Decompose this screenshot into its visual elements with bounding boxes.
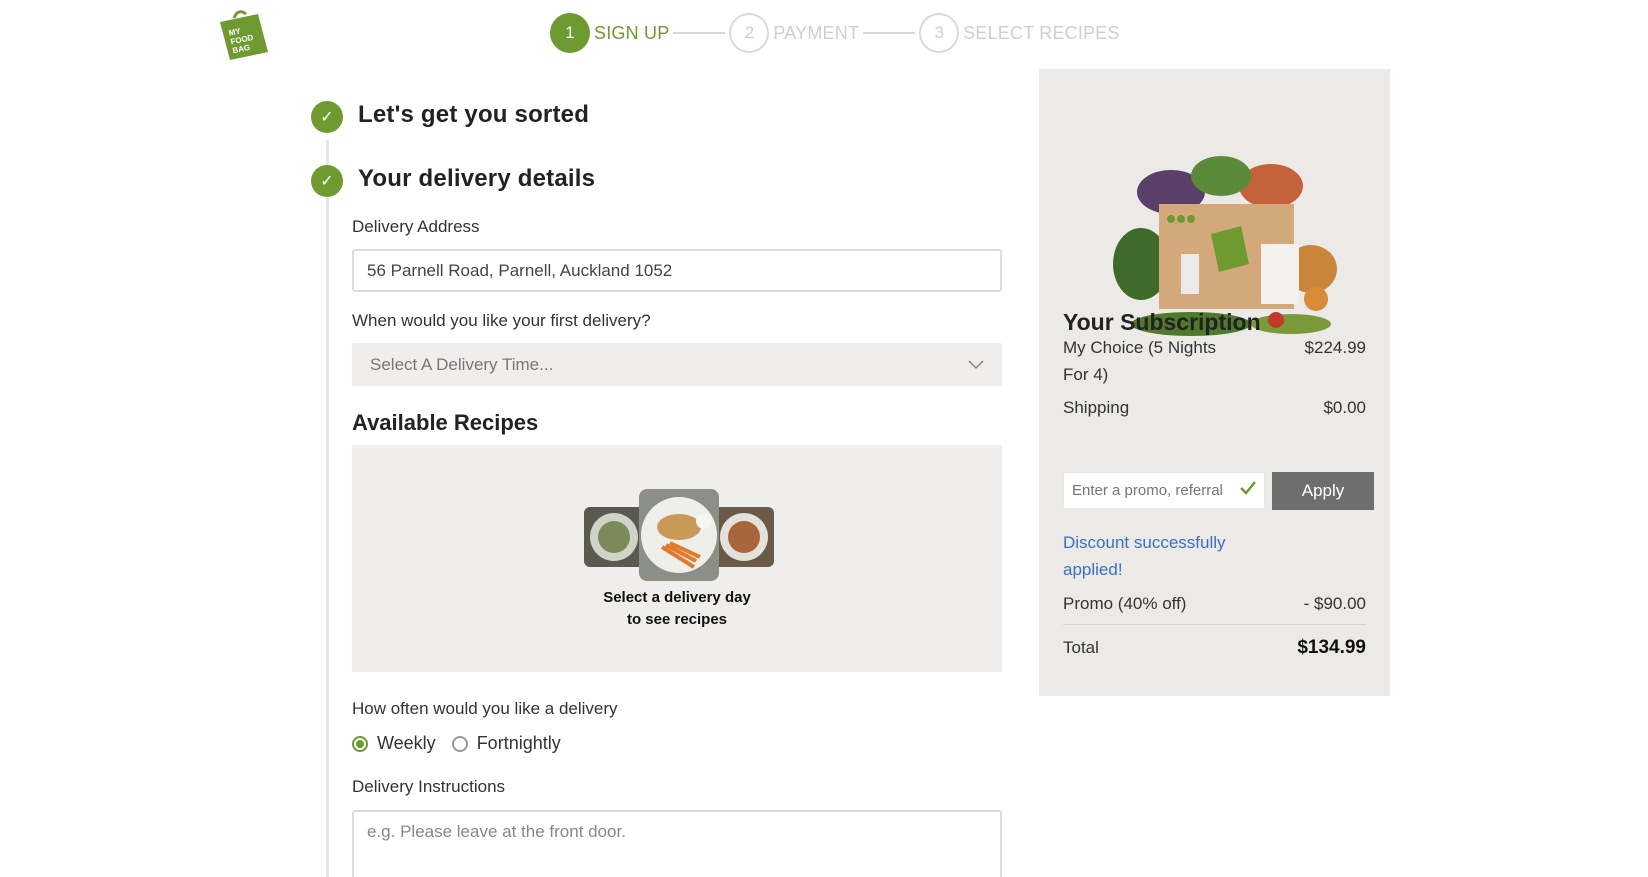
frequency-radio-group: Weekly Fortnightly	[352, 733, 577, 754]
my-food-bag-logo[interactable]: MY FOOD BAG	[218, 8, 270, 62]
discount-success-message: Discount successfully applied!	[1063, 533, 1226, 579]
shipping-label: Shipping	[1063, 398, 1130, 417]
check-icon: ✓	[311, 165, 343, 197]
step-sign-up: 1 SIGN UP	[550, 13, 669, 53]
total-row: Total $134.99	[1063, 634, 1366, 661]
section-title-sorted: Let's get you sorted	[358, 101, 590, 128]
step-label: SIGN UP	[594, 22, 670, 43]
recipes-message-line-1: Select a delivery day	[603, 589, 751, 606]
delivery-time-select[interactable]: Select A Delivery Time...	[352, 343, 1002, 386]
delivery-address-input[interactable]	[352, 249, 1002, 292]
plan-price: $224.99	[1304, 338, 1366, 357]
section-title-delivery: Your delivery details	[358, 165, 596, 192]
subscription-title: Your Subscription	[1063, 309, 1261, 335]
promo-code-input[interactable]	[1063, 472, 1265, 509]
step-label: SELECT RECIPES	[963, 22, 1120, 43]
recipes-panel: Select a delivery day to see recipes	[352, 445, 1002, 672]
delivery-time-placeholder: Select A Delivery Time...	[370, 354, 554, 374]
summary-divider	[1063, 624, 1366, 625]
radio-fortnightly-label[interactable]: Fortnightly	[477, 733, 561, 754]
recipes-message: Select a delivery day to see recipes	[352, 587, 1002, 631]
delivery-instructions-input[interactable]	[352, 810, 1002, 877]
promo-amount: - $90.00	[1303, 594, 1366, 613]
delivery-instructions-label: Delivery Instructions	[352, 777, 506, 796]
first-delivery-label: When would you like your first delivery?	[352, 311, 651, 330]
step-payment: 2 PAYMENT	[729, 13, 859, 53]
radio-fortnightly[interactable]	[451, 735, 468, 752]
total-label: Total	[1063, 638, 1099, 657]
shipping-row: Shipping $0.00	[1063, 394, 1366, 421]
frequency-label: How often would you like a delivery	[352, 699, 618, 718]
step-label: PAYMENT	[773, 22, 860, 43]
radio-weekly-label[interactable]: Weekly	[377, 733, 436, 754]
step-connector	[863, 32, 916, 34]
promo-row: Promo (40% off) - $90.00	[1063, 590, 1366, 617]
step-number: 1	[550, 13, 590, 53]
step-number: 3	[919, 13, 960, 53]
plan-name: My Choice (5 Nights For 4)	[1063, 338, 1217, 384]
recipe-dishes-image	[584, 489, 774, 581]
promo-label: Promo (40% off)	[1063, 594, 1187, 613]
signup-stepper: 1 SIGN UP 2 PAYMENT 3 SELECT RECIPES	[550, 12, 1120, 54]
check-icon: ✓	[311, 101, 343, 133]
progress-timeline	[326, 140, 329, 877]
total-amount: $134.99	[1297, 637, 1366, 658]
checkmark-icon	[1240, 481, 1256, 495]
plan-row: My Choice (5 Nights For 4) $224.99	[1063, 334, 1366, 388]
apply-promo-button[interactable]: Apply	[1272, 472, 1374, 510]
step-number: 2	[729, 13, 770, 53]
subscription-summary: Your Subscription My Choice (5 Nights Fo…	[1039, 69, 1390, 696]
recipes-message-line-2: to see recipes	[626, 611, 728, 628]
radio-weekly[interactable]	[352, 735, 368, 752]
shipping-price: $0.00	[1323, 398, 1366, 417]
chevron-down-icon	[968, 359, 984, 369]
step-select-recipes: 3 SELECT RECIPES	[919, 13, 1120, 53]
delivery-address-label: Delivery Address	[352, 217, 480, 236]
step-connector	[673, 32, 726, 34]
available-recipes-title: Available Recipes	[352, 410, 539, 435]
